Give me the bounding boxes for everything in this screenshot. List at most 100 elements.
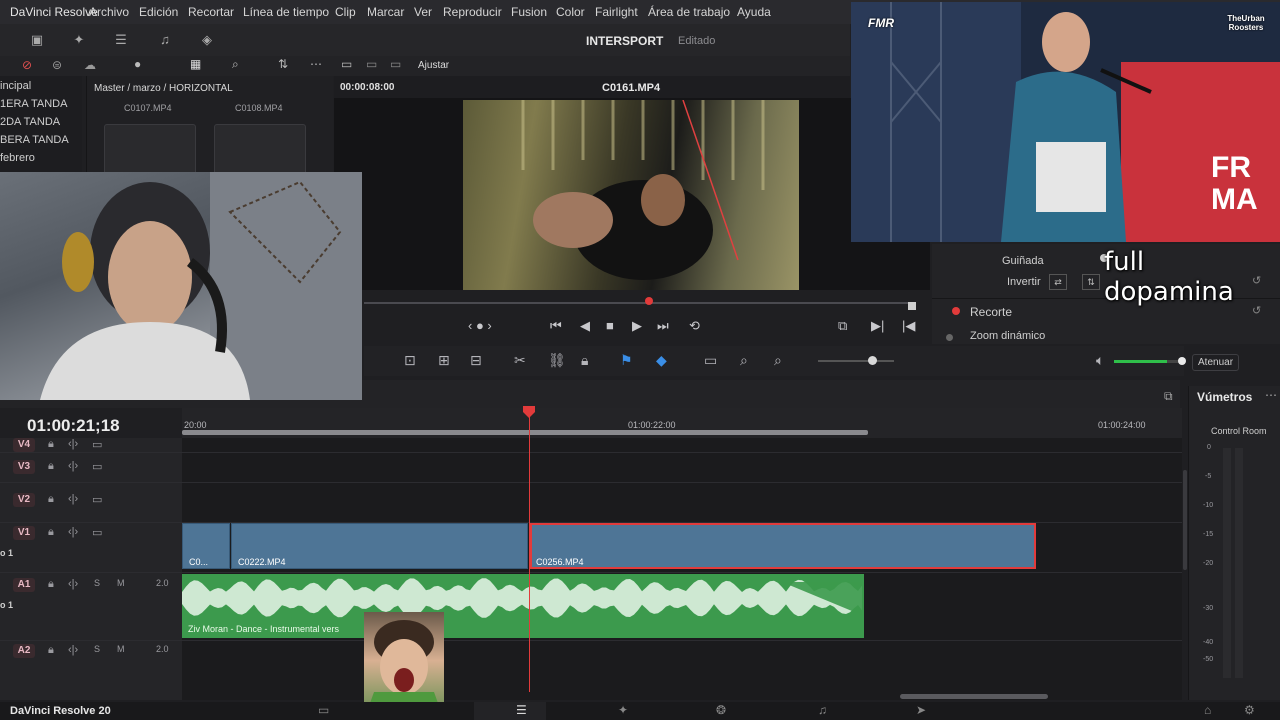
track-enable-icon[interactable]: ▭ bbox=[92, 438, 102, 451]
meters-scrollbar[interactable] bbox=[1183, 470, 1187, 570]
fusion-page-icon[interactable]: ✦ bbox=[618, 703, 628, 717]
link-clips-icon[interactable]: ⛓ bbox=[548, 352, 566, 369]
edit-index-icon[interactable]: ☰ bbox=[112, 32, 130, 48]
clip-thumbnail[interactable] bbox=[104, 124, 196, 176]
meters-options-icon[interactable]: ⋯ bbox=[1265, 388, 1277, 402]
viewer-layout-icon[interactable]: ▭ bbox=[366, 57, 377, 71]
playhead-handle[interactable] bbox=[523, 406, 535, 418]
lock-icon[interactable]: 🔒︎ bbox=[48, 493, 54, 506]
razor-icon[interactable]: ✂ bbox=[514, 352, 526, 369]
zoom-slider[interactable] bbox=[818, 360, 894, 362]
lock-icon[interactable]: 🔒︎ bbox=[48, 644, 54, 657]
lock-icon[interactable]: 🔒︎ bbox=[48, 526, 54, 539]
grid-view-icon[interactable]: ▦ bbox=[190, 57, 201, 71]
zoom-select[interactable]: Ajustar bbox=[418, 60, 449, 71]
clip-thumbnail[interactable] bbox=[214, 124, 306, 176]
cloud-icon[interactable]: ☁ bbox=[84, 58, 96, 72]
menu-edicion[interactable]: Edición bbox=[139, 5, 178, 19]
inspector-icon[interactable]: ◈ bbox=[198, 32, 216, 48]
auto-select-icon[interactable]: ‹|› bbox=[68, 438, 78, 450]
flip-vertical-icon[interactable]: ⇅ bbox=[1082, 274, 1100, 290]
auto-select-icon[interactable]: ‹|› bbox=[68, 460, 78, 472]
zoom-full-icon[interactable]: ▭ bbox=[704, 352, 717, 369]
volume-icon[interactable]: 🔈︎ bbox=[1096, 352, 1104, 369]
deliver-page-icon[interactable]: ➤ bbox=[916, 703, 926, 717]
solo-button[interactable]: S bbox=[94, 578, 100, 588]
track-enable-icon[interactable]: ▭ bbox=[92, 460, 102, 473]
bin-item[interactable]: 2DA TANDA bbox=[0, 116, 60, 128]
marker-icon[interactable]: ◆ bbox=[656, 352, 667, 369]
menu-recortar[interactable]: Recortar bbox=[188, 5, 234, 19]
volume-slider-handle[interactable] bbox=[1178, 357, 1186, 365]
auto-select-icon[interactable]: ‹|› bbox=[68, 526, 78, 538]
mark-out-icon[interactable]: |◀ bbox=[902, 318, 915, 334]
media-page-icon[interactable]: ▭ bbox=[318, 703, 329, 717]
scrubber-handle[interactable] bbox=[645, 297, 653, 305]
video-clip[interactable]: C0... bbox=[182, 523, 230, 569]
solo-button[interactable]: S bbox=[94, 644, 100, 654]
sound-library-icon[interactable]: ♫ bbox=[156, 32, 174, 48]
more-options-icon[interactable]: ⋯ bbox=[310, 57, 322, 71]
menu-linea-de-tiempo[interactable]: Línea de tiempo bbox=[243, 5, 329, 19]
skip-to-start-icon[interactable]: ⏮ bbox=[550, 318, 562, 334]
bin-item[interactable]: 1ERA TANDA bbox=[0, 98, 67, 110]
play-reverse-icon[interactable]: ◀ bbox=[580, 318, 590, 334]
mute-button[interactable]: Atenuar bbox=[1192, 354, 1240, 371]
lock-icon[interactable]: 🔒︎ bbox=[48, 438, 54, 451]
crop-label[interactable]: Recorte bbox=[970, 305, 1012, 319]
menu-archivo[interactable]: Archivo bbox=[89, 5, 129, 19]
sort-icon[interactable]: ⇅ bbox=[278, 57, 288, 71]
edit-page-tab[interactable]: ☰ bbox=[474, 702, 546, 720]
viewer-dual-icon[interactable]: ▭ bbox=[390, 57, 401, 71]
media-pool-icon[interactable]: ▣ bbox=[28, 32, 46, 48]
replace-clip-icon[interactable]: ⊟ bbox=[470, 352, 482, 369]
prev-edit-icon[interactable]: ‹ ● › bbox=[468, 318, 492, 333]
track-enable-icon[interactable]: ▭ bbox=[92, 493, 102, 506]
link-icon[interactable]: ⊘ bbox=[22, 58, 32, 72]
timeline-scroll-range[interactable] bbox=[182, 430, 868, 435]
viewer-mode-icon[interactable]: ▭ bbox=[341, 57, 352, 71]
bin-item[interactable]: febrero bbox=[0, 152, 35, 164]
video-clip-selected[interactable]: C0256.MP4 bbox=[530, 523, 1036, 569]
stop-icon[interactable]: ■ bbox=[606, 318, 614, 333]
mute-track-button[interactable]: M bbox=[117, 578, 125, 588]
home-icon[interactable]: ⌂ bbox=[1204, 703, 1211, 717]
fairlight-page-icon[interactable]: ♫ bbox=[818, 703, 827, 717]
zoom-detail-icon[interactable]: ⌕ bbox=[740, 352, 748, 369]
loop-icon[interactable]: ⟲ bbox=[689, 318, 700, 334]
timeline-ruler[interactable]: 20:00 01:00:22:00 01:00:24:00 bbox=[182, 408, 1182, 438]
zoom-slider-handle[interactable] bbox=[868, 356, 877, 365]
flip-horizontal-icon[interactable]: ⇄ bbox=[1049, 274, 1067, 290]
dynamic-zoom-dot[interactable] bbox=[946, 334, 953, 341]
bin-item[interactable]: incipal bbox=[0, 80, 31, 92]
menu-fusion[interactable]: Fusion bbox=[511, 5, 547, 19]
dynamic-zoom-label[interactable]: Zoom dinámico bbox=[970, 330, 1045, 342]
menu-area-de-trabajo[interactable]: Área de trabajo bbox=[648, 5, 730, 19]
menu-marcar[interactable]: Marcar bbox=[367, 5, 404, 19]
auto-select-icon[interactable]: ‹|› bbox=[68, 644, 78, 656]
crop-enable-dot[interactable] bbox=[952, 307, 960, 315]
lock-icon[interactable]: 🔒︎ bbox=[48, 460, 54, 473]
insert-clip-icon[interactable]: ⊡ bbox=[404, 352, 416, 369]
menu-ver[interactable]: Ver bbox=[414, 5, 432, 19]
record-dot-icon[interactable]: ● bbox=[134, 57, 141, 71]
audio-clip[interactable]: Ziv Moran - Dance - Instrumental vers bbox=[182, 574, 864, 638]
lock-icon[interactable]: 🔒︎ bbox=[581, 352, 588, 369]
video-clip[interactable]: C0222.MP4 bbox=[231, 523, 528, 569]
effects-icon[interactable]: ✦ bbox=[70, 32, 88, 48]
mute-track-button[interactable]: M bbox=[117, 644, 125, 654]
track-enable-icon[interactable]: ▭ bbox=[92, 526, 102, 539]
auto-select-icon[interactable]: ‹|› bbox=[68, 493, 78, 505]
play-icon[interactable]: ▶ bbox=[632, 318, 642, 334]
menu-ayuda[interactable]: Ayuda bbox=[737, 5, 771, 19]
menu-clip[interactable]: Clip bbox=[335, 5, 356, 19]
match-frame-icon[interactable]: ⧉ bbox=[838, 318, 847, 334]
zoom-custom-icon[interactable]: ⌕ bbox=[774, 352, 782, 369]
bin-item[interactable]: BERA TANDA bbox=[0, 134, 69, 146]
overwrite-clip-icon[interactable]: ⊞ bbox=[438, 352, 450, 369]
volume-slider[interactable] bbox=[1114, 360, 1184, 363]
menu-color[interactable]: Color bbox=[556, 5, 585, 19]
skip-to-end-icon[interactable]: ⏭ bbox=[657, 318, 669, 334]
search-icon[interactable]: ⌕ bbox=[232, 57, 239, 72]
playhead[interactable] bbox=[529, 408, 530, 692]
